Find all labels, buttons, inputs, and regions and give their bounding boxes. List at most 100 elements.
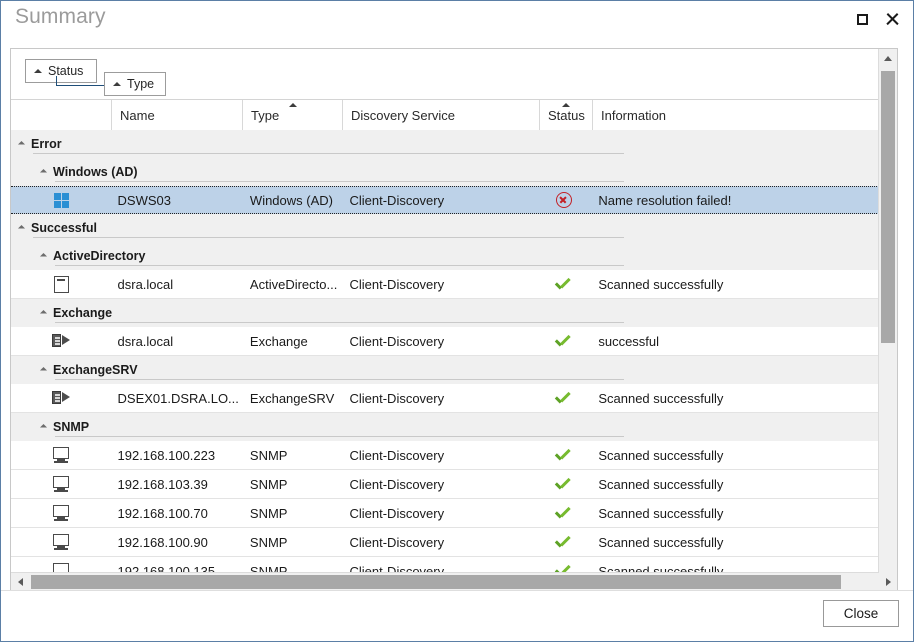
- cell-information: Name resolution failed!: [598, 192, 732, 208]
- table-row[interactable]: dsra.local ActiveDirecto... Client-Discove…: [11, 270, 879, 299]
- horizontal-scrollbar[interactable]: [11, 572, 879, 591]
- expander-icon[interactable]: [39, 168, 48, 176]
- monitor-icon: [52, 534, 70, 550]
- chevron-right-icon: [885, 578, 891, 586]
- window-controls: [847, 1, 907, 37]
- windows-logo-icon: [53, 192, 69, 208]
- grid-header-row: Name Type Discovery Service Status Infor…: [11, 100, 897, 131]
- scrollbar-corner[interactable]: [879, 573, 897, 591]
- close-button[interactable]: Close: [823, 600, 899, 627]
- cell-type: SNMP: [249, 505, 288, 521]
- cell-icon: [11, 384, 112, 412]
- group-header-label: Exchange: [53, 306, 113, 320]
- close-window-button[interactable]: [877, 4, 907, 34]
- table-row[interactable]: dsra.local Exchange Client-Discovery succes…: [11, 327, 879, 356]
- group-header-rule: [55, 322, 624, 323]
- group-header-row[interactable]: Exchange: [11, 299, 879, 327]
- group-header-row[interactable]: Successful: [11, 214, 879, 242]
- maximize-button[interactable]: [847, 4, 877, 34]
- cell-status: [538, 384, 591, 412]
- table-row[interactable]: 192.168.100.70 SNMP Client-Discovery Scanne…: [11, 499, 879, 528]
- cell-type: SNMP: [249, 563, 288, 574]
- exchange-icon: [52, 390, 71, 406]
- sort-ascending-icon: [288, 103, 297, 107]
- cell-information: Scanned successfully: [598, 505, 724, 521]
- vertical-scrollbar[interactable]: [878, 49, 897, 573]
- column-header-icon[interactable]: [11, 100, 112, 130]
- expander-icon[interactable]: [39, 366, 48, 374]
- cell-name: 192.168.100.223: [117, 447, 216, 463]
- expander-icon[interactable]: [39, 423, 48, 431]
- expander-icon[interactable]: [39, 309, 48, 317]
- cell-icon: [11, 327, 112, 355]
- close-icon: [885, 12, 899, 26]
- expander-icon[interactable]: [17, 224, 26, 232]
- cell-discovery_service: Client-Discovery: [349, 534, 445, 550]
- group-header-rule: [55, 265, 624, 266]
- cell-type: SNMP: [249, 534, 288, 550]
- table-row[interactable]: 192.168.100.223 SNMP Client-Discovery Scann…: [11, 441, 879, 470]
- table-row[interactable]: 192.168.100.135 SNMP Client-Discovery Scann…: [11, 557, 879, 573]
- cell-status: [538, 470, 591, 498]
- vertical-scrollbar-thumb[interactable]: [881, 71, 895, 343]
- column-header-discovery-service-label: Discovery Service: [351, 107, 456, 123]
- cell-status: [538, 499, 591, 527]
- summary-grid-panel: Status Type Name Type Discovery Service …: [10, 48, 898, 592]
- cell-name: dsra.local: [117, 276, 174, 292]
- cell-status: [538, 327, 591, 355]
- expander-icon[interactable]: [17, 140, 26, 148]
- success-icon: [555, 277, 573, 291]
- table-row[interactable]: DSEX01.DSRA.LO... ExchangeSRV Client-Disco…: [11, 384, 879, 413]
- cell-name: 192.168.103.39: [117, 476, 208, 492]
- cell-discovery_service: Client-Discovery: [349, 447, 445, 463]
- group-header-label: Successful: [31, 221, 98, 235]
- group-header-rule: [55, 379, 624, 380]
- cell-icon: [11, 470, 112, 498]
- column-header-information[interactable]: Information: [593, 100, 883, 130]
- column-header-name-label: Name: [120, 107, 155, 123]
- scroll-up-button[interactable]: [879, 49, 897, 67]
- dialog-footer: Close: [1, 590, 913, 641]
- cell-status: [538, 557, 591, 573]
- column-header-status-label: Status: [548, 107, 585, 123]
- group-header-row[interactable]: ActiveDirectory: [11, 242, 879, 270]
- success-icon: [555, 535, 573, 549]
- cell-type: ActiveDirecto...: [249, 276, 338, 292]
- group-chip-type-label: Type: [127, 77, 155, 91]
- table-row[interactable]: 192.168.100.90 SNMP Client-Discovery Scanne…: [11, 528, 879, 557]
- group-chip-connector: [56, 76, 104, 86]
- group-header-row[interactable]: ExchangeSRV: [11, 356, 879, 384]
- column-header-status[interactable]: Status: [540, 100, 593, 130]
- cell-status: [538, 441, 591, 469]
- group-header-row[interactable]: SNMP: [11, 413, 879, 441]
- expander-icon[interactable]: [39, 252, 48, 260]
- group-by-bar: Status Type: [11, 49, 897, 100]
- cell-discovery_service: Client-Discovery: [349, 333, 445, 349]
- cell-name: DSEX01.DSRA.LO...: [117, 390, 239, 406]
- column-header-type[interactable]: Type: [243, 100, 343, 130]
- horizontal-scrollbar-thumb[interactable]: [31, 575, 841, 589]
- column-header-discovery-service[interactable]: Discovery Service: [343, 100, 540, 130]
- column-header-name[interactable]: Name: [112, 100, 243, 130]
- cell-name: DSWS03: [117, 192, 171, 208]
- column-header-type-label: Type: [251, 107, 280, 123]
- sort-ascending-icon: [34, 69, 42, 73]
- group-header-rule: [33, 153, 624, 154]
- title-bar: Summary: [1, 1, 913, 37]
- group-header-row[interactable]: Error: [11, 130, 879, 158]
- scroll-left-button[interactable]: [11, 573, 29, 591]
- group-chip-type[interactable]: Type: [104, 72, 166, 96]
- cell-icon: [11, 557, 112, 573]
- table-row[interactable]: 192.168.103.39 SNMP Client-Discovery Scanne…: [11, 470, 879, 499]
- cell-icon: [11, 187, 112, 213]
- grid-body[interactable]: Error Windows (AD) DSWS03 Windows (AD) Clien…: [11, 130, 879, 573]
- table-row[interactable]: DSWS03 Windows (AD) Client-Discovery Name r…: [11, 186, 879, 214]
- group-header-rule: [55, 436, 624, 437]
- cell-discovery_service: Client-Discovery: [349, 390, 445, 406]
- maximize-icon: [856, 13, 868, 25]
- group-header-row[interactable]: Windows (AD): [11, 158, 879, 186]
- cell-information: Scanned successfully: [598, 534, 724, 550]
- success-icon: [555, 391, 573, 405]
- cell-icon: [11, 441, 112, 469]
- cell-type: Windows (AD): [249, 192, 333, 208]
